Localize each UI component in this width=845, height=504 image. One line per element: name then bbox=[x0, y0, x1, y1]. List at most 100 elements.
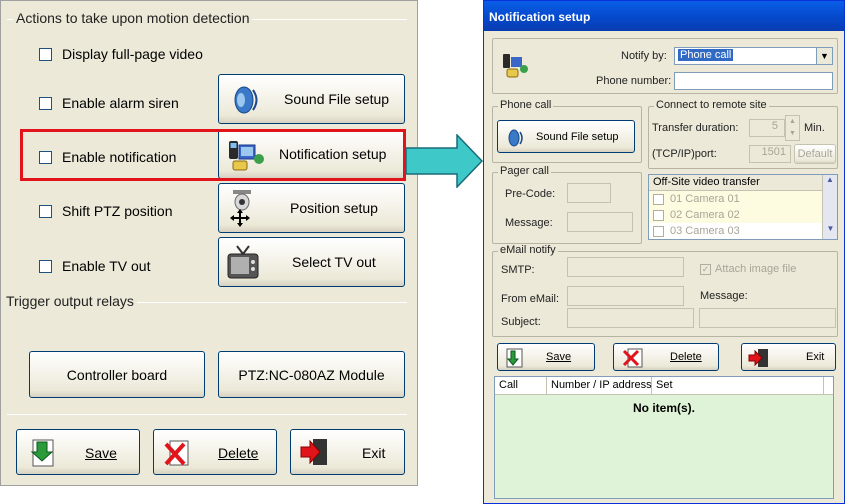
option-label: Enable TV out bbox=[62, 258, 151, 274]
position-setup-label: Position setup bbox=[290, 200, 378, 216]
select-tv-out-button[interactable]: Select TV out bbox=[218, 237, 405, 287]
notification-list[interactable]: Call Number / IP address Set No item(s). bbox=[494, 376, 834, 499]
checkbox[interactable] bbox=[653, 193, 664, 205]
notification-setup-dialog: Notification setup Notify by: Phone call… bbox=[483, 0, 845, 504]
default-button[interactable]: Default bbox=[794, 144, 836, 164]
pager-message-label: Message: bbox=[505, 217, 553, 229]
exit-door-icon bbox=[300, 439, 327, 465]
delete-button[interactable]: Delete bbox=[153, 429, 277, 475]
exit-door-icon bbox=[748, 349, 768, 367]
subject-label: Subject: bbox=[501, 316, 541, 328]
checkbox[interactable] bbox=[39, 47, 52, 61]
camera-item-01[interactable]: 01 Camera 01 bbox=[649, 191, 837, 207]
email-message-label: Message: bbox=[700, 290, 748, 302]
camera-label: 03 Camera 03 bbox=[670, 225, 740, 237]
exit-button[interactable]: Exit bbox=[741, 343, 836, 371]
column-set[interactable]: Set bbox=[652, 377, 824, 394]
checkbox[interactable] bbox=[39, 259, 52, 273]
save-button[interactable]: Save bbox=[497, 343, 595, 371]
remote-site-group-title: Connect to remote site bbox=[654, 99, 769, 111]
option-enable-tv-out[interactable]: Enable TV out bbox=[39, 258, 150, 274]
port-label: (TCP/IP)port: bbox=[652, 148, 717, 160]
notify-by-select[interactable]: Phone call ▼ bbox=[674, 47, 833, 65]
option-enable-alarm-siren[interactable]: Enable alarm siren bbox=[39, 95, 179, 111]
checkbox[interactable] bbox=[653, 209, 664, 221]
sound-file-setup-button[interactable]: Sound File setup bbox=[497, 120, 635, 153]
pre-code-input[interactable] bbox=[567, 183, 611, 203]
camera-label: 02 Camera 02 bbox=[670, 209, 740, 221]
camera-item-03[interactable]: 03 Camera 03 bbox=[649, 223, 837, 239]
from-email-input[interactable] bbox=[567, 286, 684, 306]
subject-input[interactable] bbox=[567, 308, 694, 328]
delete-button[interactable]: Delete bbox=[613, 343, 719, 371]
controller-board-button[interactable]: Controller board bbox=[29, 351, 205, 398]
camera-item-02[interactable]: 02 Camera 02 bbox=[649, 207, 837, 223]
option-label: Enable alarm siren bbox=[62, 95, 179, 111]
checkbox[interactable] bbox=[653, 225, 664, 237]
port-input[interactable]: 1501 bbox=[749, 145, 791, 163]
select-tv-out-label: Select TV out bbox=[292, 254, 376, 270]
delete-label: Delete bbox=[670, 351, 702, 363]
email-message-input[interactable] bbox=[699, 308, 836, 328]
exit-button[interactable]: Exit bbox=[290, 429, 405, 475]
scroll-up-icon[interactable]: ▲ bbox=[823, 175, 837, 190]
tv-icon bbox=[227, 245, 259, 279]
delete-icon bbox=[164, 440, 189, 466]
phone-number-label: Phone number: bbox=[596, 75, 672, 87]
exit-label: Exit bbox=[806, 351, 825, 363]
position-setup-button[interactable]: Position setup bbox=[218, 183, 405, 233]
sound-file-setup-label: Sound File setup bbox=[284, 91, 390, 107]
transfer-duration-input[interactable]: 5 bbox=[749, 119, 785, 137]
offsite-video-list[interactable]: Off-Site video transfer 01 Camera 01 02 … bbox=[648, 174, 838, 240]
exit-label: Exit bbox=[362, 445, 386, 461]
controller-board-label: Controller board bbox=[66, 366, 168, 383]
option-label: Display full-page video bbox=[62, 46, 203, 62]
speaker-icon bbox=[234, 86, 258, 114]
scroll-down-icon[interactable]: ▼ bbox=[823, 224, 837, 239]
chevron-down-icon[interactable]: ▼ bbox=[816, 48, 832, 64]
scrollbar[interactable]: ▲ ▼ bbox=[822, 175, 837, 239]
checkbox[interactable] bbox=[39, 96, 52, 110]
save-icon bbox=[30, 439, 54, 467]
pre-code-label: Pre-Code: bbox=[505, 188, 556, 200]
from-email-label: From eMail: bbox=[501, 293, 560, 305]
pager-call-group-title: Pager call bbox=[498, 165, 551, 177]
phone-number-input[interactable] bbox=[674, 72, 833, 90]
smtp-input[interactable] bbox=[567, 257, 684, 277]
arrow-right-icon bbox=[405, 134, 483, 188]
checkbox[interactable] bbox=[39, 204, 52, 218]
column-number-ip[interactable]: Number / IP address bbox=[547, 377, 652, 394]
transfer-unit-label: Min. bbox=[804, 122, 825, 134]
offsite-video-header: Off-Site video transfer bbox=[649, 175, 837, 191]
option-display-full-page-video[interactable]: Display full-page video bbox=[39, 46, 203, 62]
save-label: Save bbox=[546, 351, 572, 363]
attach-image-label: Attach image file bbox=[715, 263, 797, 275]
notify-by-value: Phone call bbox=[678, 49, 734, 61]
sound-file-setup-button[interactable]: Sound File setup bbox=[218, 74, 405, 124]
column-call[interactable]: Call bbox=[495, 377, 547, 394]
duration-spinner[interactable]: ▲ ▼ bbox=[785, 115, 800, 141]
save-button[interactable]: Save bbox=[16, 429, 140, 475]
footer-divider bbox=[7, 414, 407, 415]
list-header: Call Number / IP address Set bbox=[495, 377, 833, 395]
camera-label: 01 Camera 01 bbox=[670, 193, 740, 205]
ptz-camera-icon bbox=[230, 190, 251, 227]
checkbox[interactable]: ✓ bbox=[700, 263, 711, 275]
notification-highlight-box bbox=[20, 129, 406, 181]
attach-image-option[interactable]: ✓ Attach image file bbox=[700, 263, 796, 275]
save-icon bbox=[506, 348, 523, 368]
delete-icon bbox=[622, 348, 643, 368]
pager-message-input[interactable] bbox=[567, 212, 633, 232]
smtp-label: SMTP: bbox=[501, 264, 535, 276]
list-empty-message: No item(s). bbox=[632, 401, 695, 415]
option-label: Shift PTZ position bbox=[62, 203, 173, 219]
speaker-icon bbox=[508, 129, 523, 147]
save-label: Save bbox=[85, 445, 117, 461]
notify-by-label: Notify by: bbox=[621, 50, 667, 62]
ptz-module-label: PTZ:NC-080AZ Module bbox=[238, 366, 385, 383]
ptz-module-button[interactable]: PTZ:NC-080AZ Module bbox=[218, 351, 405, 398]
dialog-title: Notification setup bbox=[484, 1, 844, 31]
option-shift-ptz-position[interactable]: Shift PTZ position bbox=[39, 203, 173, 219]
actions-group-title: Actions to take upon motion detection bbox=[13, 10, 253, 26]
motion-actions-panel: Actions to take upon motion detection Di… bbox=[0, 0, 418, 486]
